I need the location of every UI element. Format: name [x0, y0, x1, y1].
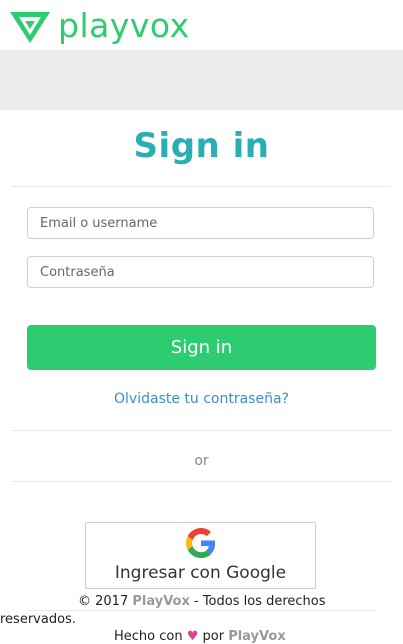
playvox-footer-link-2[interactable]: PlayVox	[228, 629, 286, 644]
forgot-password-link[interactable]: Olvidaste tu contraseña?	[2, 391, 401, 407]
made-with-love-text: Hecho con ♥ por PlayVox	[114, 629, 286, 644]
divider	[12, 430, 391, 431]
copyright-suffix: - Todos los derechos	[189, 594, 326, 609]
google-signin-label: Ingresar con Google	[114, 563, 287, 583]
playvox-footer-link[interactable]: PlayVox	[132, 594, 190, 609]
copyright-suffix-2: reservados.	[0, 612, 76, 627]
divider	[12, 186, 391, 187]
or-separator: or	[194, 453, 209, 469]
google-signin-button[interactable]: Ingresar con Google	[85, 522, 316, 589]
by-label: por	[198, 629, 229, 644]
divider	[12, 481, 391, 482]
top-navbar: playvox	[0, 0, 403, 51]
copyright-text: © 2017 PlayVox - Todos los derechos rese…	[0, 593, 340, 629]
copyright-prefix: © 2017	[78, 594, 133, 609]
made-with-label: Hecho con	[114, 629, 187, 644]
header-spacer-band	[0, 51, 403, 110]
playvox-logo[interactable]: playvox	[10, 6, 190, 45]
signin-card: Sign in Sign in Olvidaste tu contraseña?…	[0, 110, 401, 644]
google-g-icon	[186, 528, 216, 558]
password-input[interactable]	[27, 256, 374, 288]
sign-in-button[interactable]: Sign in	[27, 325, 376, 370]
logo-wordmark: playvox	[58, 6, 190, 45]
playvox-v-logo-icon	[10, 12, 50, 43]
heart-icon: ♥	[186, 629, 199, 644]
email-input[interactable]	[27, 207, 374, 239]
page-title: Sign in	[133, 126, 270, 166]
